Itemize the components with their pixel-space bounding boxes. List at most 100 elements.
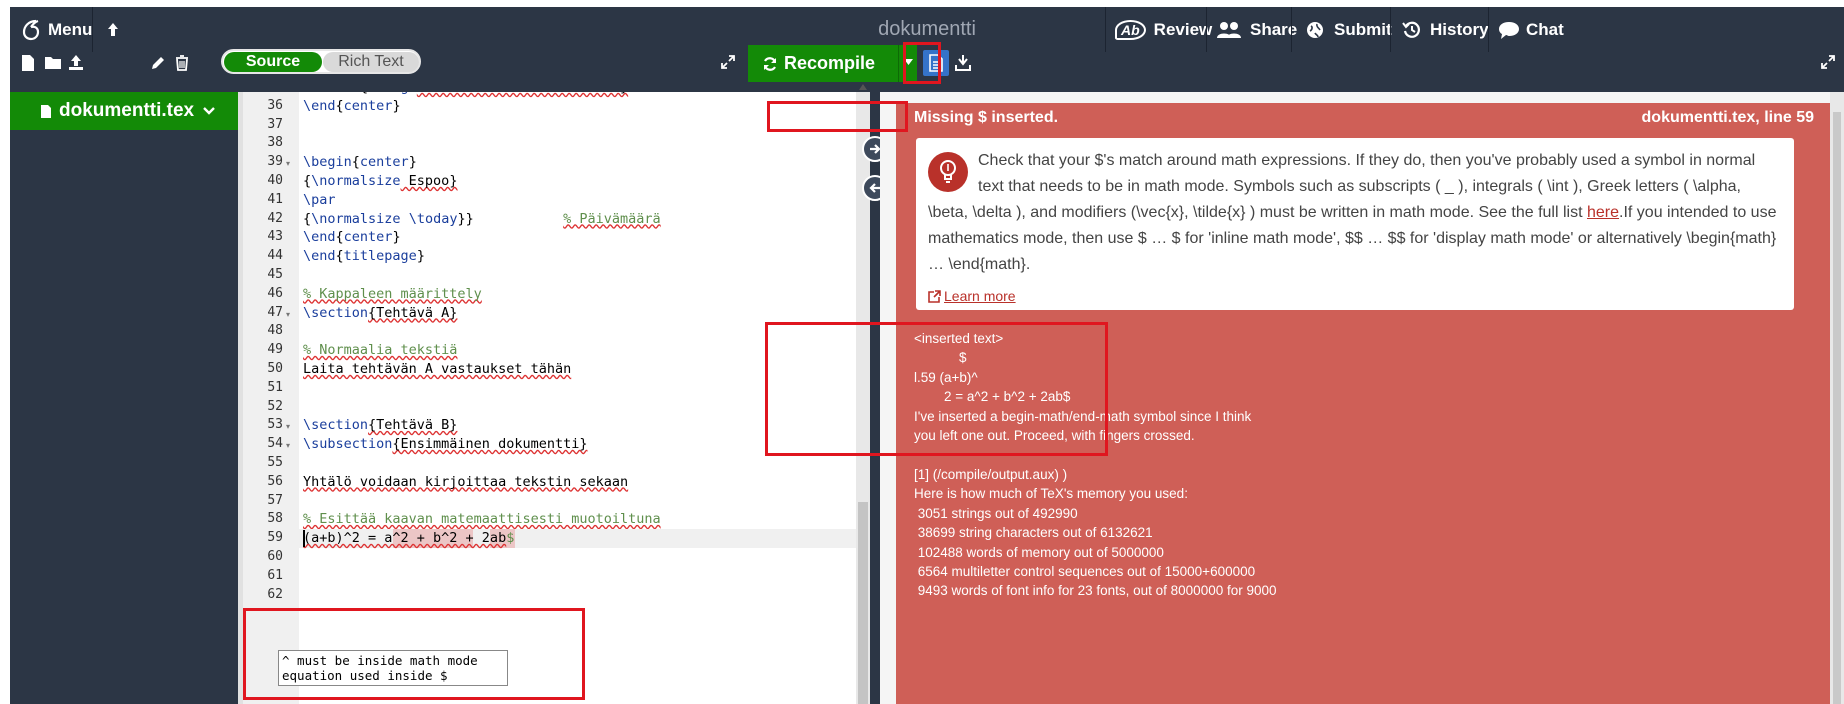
code-line: \section{Tehtävä B} [303, 417, 458, 434]
new-file-icon[interactable] [20, 54, 36, 72]
rich-text-mode-button[interactable]: Rich Text [323, 52, 419, 72]
arrow-up-icon [108, 22, 118, 36]
toolbar-row: Source Rich Text Recompile [10, 45, 1844, 92]
review-icon: Ab [1115, 19, 1146, 40]
logs-button[interactable] [923, 50, 949, 76]
line-number: 39 [267, 154, 283, 170]
line-number: 48 [267, 323, 283, 339]
line-number: 57 [267, 492, 283, 508]
chat-bubble-icon [1499, 21, 1519, 39]
line-number: 47 [267, 304, 283, 320]
file-icon [41, 104, 51, 118]
line-number: 38 [267, 135, 283, 151]
line-number: 45 [267, 267, 283, 282]
line-number: 43 [267, 229, 283, 245]
submit-label: Submit [1334, 19, 1392, 39]
log-line: 3051 strings out of 492990 [914, 505, 1078, 521]
trash-icon[interactable] [175, 55, 189, 71]
code-line: \end{titlepage} [303, 248, 425, 265]
log-line: you left one out. Proceed, with fingers … [914, 428, 1195, 443]
code-line: % Normaalia tekstiä [303, 342, 458, 359]
line-number: 60 [267, 549, 283, 564]
line-number: 58 [267, 511, 283, 527]
line-number: 59 [267, 530, 283, 546]
overleaf-logo-icon [22, 19, 40, 40]
menu-label: Menu [48, 19, 93, 39]
chat-button[interactable]: Chat [1498, 7, 1564, 52]
line-number: 49 [267, 342, 283, 358]
log-line: I've inserted a begin-math/end-math symb… [914, 408, 1252, 424]
line-number: 56 [267, 473, 283, 489]
code-line: % Kappaleen määrittely [303, 285, 482, 302]
line-number: 40 [267, 173, 283, 188]
text-cursor [303, 530, 305, 548]
expand-pdf-icon[interactable] [1820, 54, 1836, 70]
external-link-icon [928, 289, 941, 303]
file-item-dokumentti[interactable]: dokumentti.tex [10, 92, 238, 130]
hint-link[interactable]: here [1587, 204, 1619, 221]
source-mode-button[interactable]: Source [224, 52, 322, 72]
log-line: 9493 words of font info for 23 fonts, ou… [914, 583, 1277, 599]
refresh-icon [763, 56, 777, 71]
line-number: 61 [267, 567, 283, 583]
file-tree: dokumentti.tex [10, 92, 238, 704]
fold-toggle-icon[interactable]: ▾ [286, 310, 290, 319]
code-line: \end{center} [303, 97, 401, 114]
error-title: Missing $ inserted. [914, 109, 1059, 126]
globe-icon [1307, 21, 1323, 38]
error-tooltip: ^ must be inside math mode equation used… [278, 650, 508, 686]
history-icon [1402, 21, 1420, 38]
line-number: 37 [267, 116, 283, 132]
learn-more-link[interactable]: Learn more [928, 283, 1016, 309]
scroll-up-icon[interactable] [859, 84, 867, 90]
recompile-options-button[interactable] [899, 45, 917, 82]
download-icon[interactable] [955, 54, 971, 71]
caret-down-icon [904, 59, 913, 65]
code-line: {\normalsize \today}} % Päivämäärä [303, 210, 661, 227]
expand-editor-icon[interactable] [720, 54, 736, 70]
learn-more-label: Learn more [944, 288, 1016, 304]
history-button[interactable]: History [1402, 7, 1489, 52]
fold-toggle-icon[interactable]: ▾ [286, 441, 290, 450]
share-button[interactable]: Share [1216, 7, 1297, 52]
code-line: \begin{center} [303, 154, 417, 171]
log-scrollbar[interactable] [1830, 92, 1844, 704]
upload-icon[interactable] [68, 54, 84, 71]
tooltip-line-1: ^ must be inside math mode [282, 653, 478, 668]
review-button[interactable]: Ab Review [1115, 7, 1212, 52]
pencil-icon[interactable] [150, 55, 166, 71]
log-line: 102488 words of memory out of 5000000 [914, 544, 1164, 560]
log-line: 38699 string characters out of 6132621 [914, 525, 1153, 541]
code-line: \end{center} [303, 229, 401, 246]
submit-button[interactable]: Submit [1306, 7, 1392, 52]
menu-button[interactable]: Menu [22, 7, 92, 52]
error-location[interactable]: dokumentti.tex, line 59 [1642, 109, 1814, 127]
code-line: Yhtälö voidaan kirjoittaa tekstin sekaan [303, 473, 629, 490]
tooltip-line-2: equation used inside $ [282, 668, 448, 683]
line-number: 62 [267, 586, 283, 602]
log-line: $ [914, 350, 967, 366]
up-arrow-button[interactable] [106, 7, 120, 52]
code-line: % Esittää kaavan matemaattisesti muotoil… [303, 511, 661, 528]
log-line: 6564 multiletter control sequences out o… [914, 564, 1256, 579]
editor-pdf-splitter[interactable] [862, 92, 888, 704]
code-line: (a+b)^2 = a^2 + b^2 + 2ab$ [303, 530, 515, 547]
log-line: l.59 (a+b)^ [914, 369, 978, 385]
recompile-label: Recompile [784, 53, 876, 73]
recompile-button[interactable]: Recompile [748, 45, 898, 82]
log-line: <inserted text> [914, 331, 1004, 346]
new-folder-icon[interactable] [44, 56, 62, 70]
line-number: 54 [267, 436, 283, 452]
line-number: 36 [267, 97, 283, 113]
fold-toggle-icon[interactable]: ▾ [286, 159, 290, 168]
code-line: Laita tehtävän A vastaukset tähän [303, 361, 572, 377]
chevron-down-icon[interactable] [202, 106, 216, 116]
log-line: [1] (/compile/output.aux) ) [914, 467, 1068, 482]
log-line: Here is how much of TeX's memory you use… [914, 486, 1188, 502]
fold-toggle-icon[interactable]: ▾ [286, 422, 290, 431]
code-editor[interactable]: 3536373839▾4041424344454647▾484950515253… [243, 92, 856, 704]
editor-mode-toggle: Source Rich Text [221, 49, 421, 74]
hint-card: Check that your $'s match around math ex… [916, 138, 1794, 310]
line-number: 52 [267, 398, 283, 414]
code-line: \section{Tehtävä A} [303, 304, 458, 321]
